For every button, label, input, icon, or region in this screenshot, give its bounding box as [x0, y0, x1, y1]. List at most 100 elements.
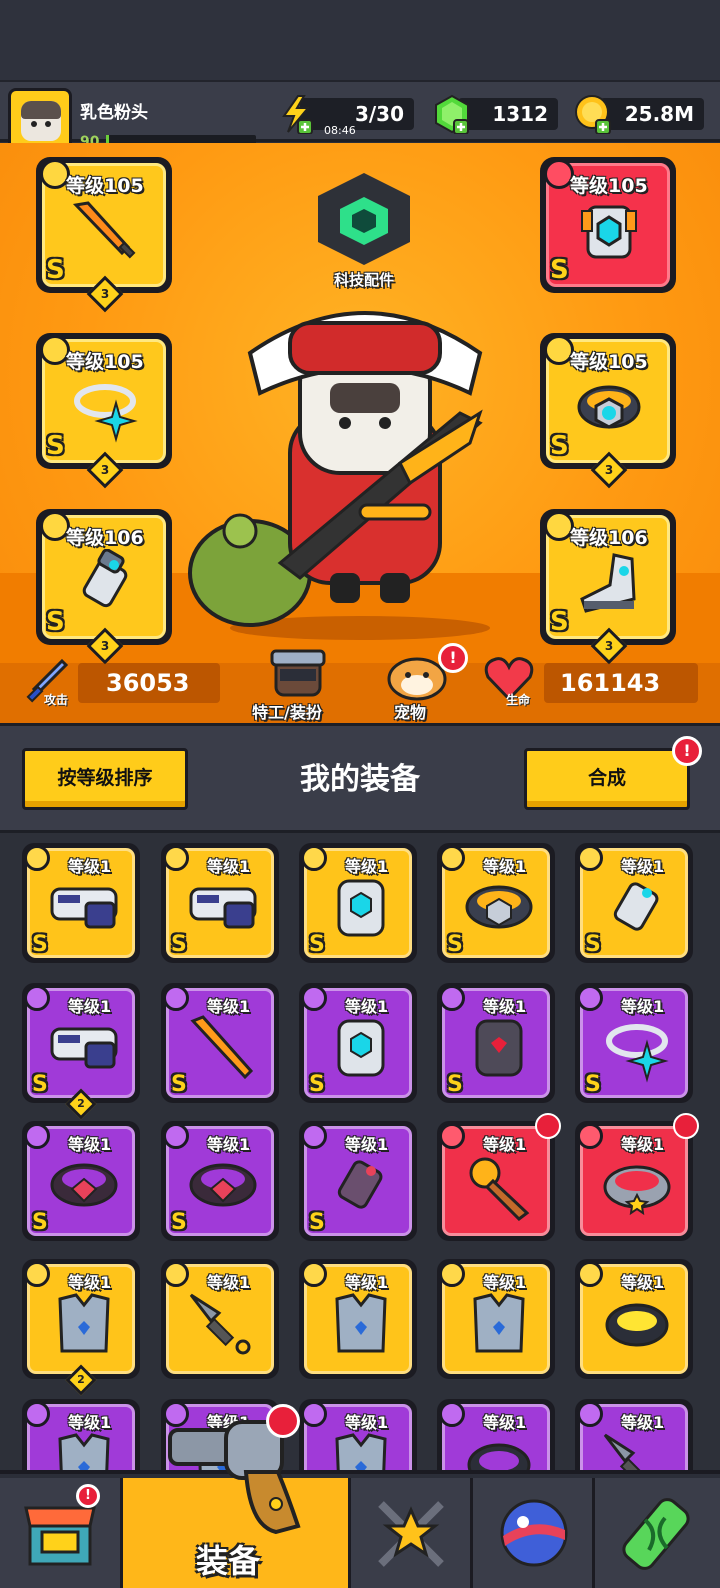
item-rank: S: [171, 1072, 187, 1097]
inventory-item[interactable]: 等级1 S: [22, 1121, 140, 1241]
item-rank: S: [32, 932, 48, 957]
hero-equipment-panel: 等级105 S 3 等级105 S 等级105 S 3 等级105 S 3 等级…: [0, 143, 720, 723]
coin-counter: 25.8M: [600, 98, 704, 130]
coin-plus-icon[interactable]: [574, 94, 614, 134]
equipped-armor-slot[interactable]: 等级105 S: [540, 157, 676, 293]
inventory-item[interactable]: 等级1 2: [22, 1259, 140, 1396]
necklace-icon: [606, 1024, 669, 1083]
vest-icon: [58, 1433, 110, 1470]
gun-icon: [50, 1027, 118, 1069]
darkbelt-icon: [189, 1163, 257, 1207]
equipped-weapon-slot[interactable]: 等级105 S 3: [36, 157, 172, 313]
inventory-item[interactable]: 等级1 S: [161, 983, 279, 1103]
slot-type-icon: [24, 1261, 50, 1287]
slot-type-icon: [577, 1401, 603, 1427]
item-rank: S: [171, 1210, 187, 1235]
inventory-item[interactable]: 等级1 S: [299, 983, 417, 1103]
dna-capsule-icon: [622, 1498, 690, 1570]
energy-plus-icon[interactable]: [276, 94, 316, 134]
armor-icon: [337, 879, 385, 937]
collar-icon: [603, 1165, 671, 1216]
slot-type-icon: [439, 1261, 465, 1287]
item-level: 等级1: [621, 1273, 665, 1292]
item-level: 等级1: [345, 1413, 389, 1432]
equipment-alert-badge: [266, 1404, 300, 1438]
inventory-item[interactable]: 等级1 S: [161, 1121, 279, 1241]
slot-type-icon: [577, 845, 603, 871]
item-rank: S: [550, 607, 569, 637]
item-level: 等级1: [621, 1135, 665, 1154]
item-level: 等级1: [483, 1413, 527, 1432]
equipped-belt-slot[interactable]: 等级105 S 3: [540, 333, 676, 489]
energy-counter: 3/30: [300, 98, 414, 130]
hp-value: 161143: [544, 663, 698, 703]
inventory-item[interactable]: 等级1 S: [22, 843, 140, 963]
inventory-item[interactable]: 等级1 S: [299, 1121, 417, 1241]
item-rank: S: [585, 1072, 601, 1097]
glove-icon: [613, 882, 659, 931]
bottom-nav: !: [0, 1470, 720, 1588]
inventory-item[interactable]: 等级1: [299, 1259, 417, 1379]
darkglove-icon: [337, 1160, 383, 1209]
equipped-boots-slot[interactable]: 等级106 S 3: [540, 509, 676, 665]
equipped-necklace-slot[interactable]: 等级105 S 3: [36, 333, 172, 489]
inventory-item[interactable]: 等级1: [22, 1399, 140, 1470]
item-level: 等级1: [345, 1273, 389, 1292]
inventory-item[interactable]: 等级1: [437, 1399, 555, 1470]
shop-alert-badge: !: [76, 1484, 100, 1508]
inventory-item[interactable]: 等级1 S: [575, 843, 693, 963]
section-title: 我的装备: [300, 762, 420, 797]
item-level: 等级1: [207, 1135, 251, 1154]
item-rank: S: [585, 932, 601, 957]
inventory-item[interactable]: 等级1: [437, 1259, 555, 1379]
gem-plus-icon[interactable]: [432, 94, 472, 134]
item-level: 等级106: [570, 527, 648, 549]
new-item-badge: [535, 1113, 561, 1139]
planet-ball-icon: [500, 1499, 568, 1567]
sort-by-level-button[interactable]: 按等级排序: [22, 748, 188, 810]
inventory-item[interactable]: 等级1: [575, 1113, 699, 1241]
slot-type-icon: [163, 1123, 189, 1149]
slot-type-icon: [24, 985, 50, 1011]
item-rank: S: [309, 1072, 325, 1097]
armor-icon: [337, 1019, 385, 1077]
item-level: 等级1: [483, 997, 527, 1016]
inventory-grid: 等级1 S 等级1 S 等级1 S 等级1 S 等级1 S 等级1 S 2 等级1 S 等级1 S 等级1 S 等级1…: [0, 833, 720, 1470]
inventory-item[interactable]: 等级1 S: [161, 843, 279, 963]
inventory-item[interactable]: 等级1: [161, 1259, 279, 1379]
slot-type-icon: [439, 845, 465, 871]
slot-type-icon: [301, 845, 327, 871]
darkbelt-icon: [50, 1163, 118, 1207]
nav-tab-battle[interactable]: [348, 1478, 470, 1588]
item-level: 等级105: [570, 351, 648, 373]
inventory-toolbar: 按等级排序 我的装备 合成 !: [0, 723, 720, 833]
item-rank: S: [46, 431, 65, 461]
nav-tab-pets[interactable]: [470, 1478, 592, 1588]
inventory-item[interactable]: 等级1 S: [299, 843, 417, 963]
inventory-item[interactable]: 等级1: [299, 1399, 417, 1470]
item-rank: S: [32, 1072, 48, 1097]
equipped-glove-slot[interactable]: 等级106 S 3: [36, 509, 172, 665]
inventory-item[interactable]: 等级1 S 2: [22, 983, 140, 1120]
item-rank: S: [46, 255, 65, 285]
hero-character: [188, 311, 490, 640]
armor-icon: [581, 205, 637, 259]
slot-type-icon: [163, 1261, 189, 1287]
new-item-badge: [673, 1113, 699, 1139]
inventory-item[interactable]: 等级1: [437, 1113, 561, 1241]
slot-type-icon: [439, 1401, 465, 1427]
inventory-item[interactable]: 等级1 S: [575, 983, 693, 1103]
inventory-item[interactable]: 等级1 S: [437, 843, 555, 963]
nav-tab-shop[interactable]: !: [0, 1478, 120, 1588]
spikering-icon: [605, 1303, 669, 1347]
inventory-item[interactable]: 等级1: [575, 1399, 693, 1470]
inventory-item[interactable]: 等级1: [575, 1259, 693, 1379]
agent-costume-button[interactable]: 特工/装扮: [248, 643, 348, 722]
slot-type-icon: [577, 1123, 603, 1149]
merge-button[interactable]: 合成: [524, 748, 690, 810]
slot-type-icon: [439, 985, 465, 1011]
sword-icon: [72, 201, 136, 259]
item-level: 等级105: [570, 175, 648, 197]
nav-tab-evolve[interactable]: [592, 1478, 720, 1588]
inventory-item[interactable]: 等级1 S: [437, 983, 555, 1103]
